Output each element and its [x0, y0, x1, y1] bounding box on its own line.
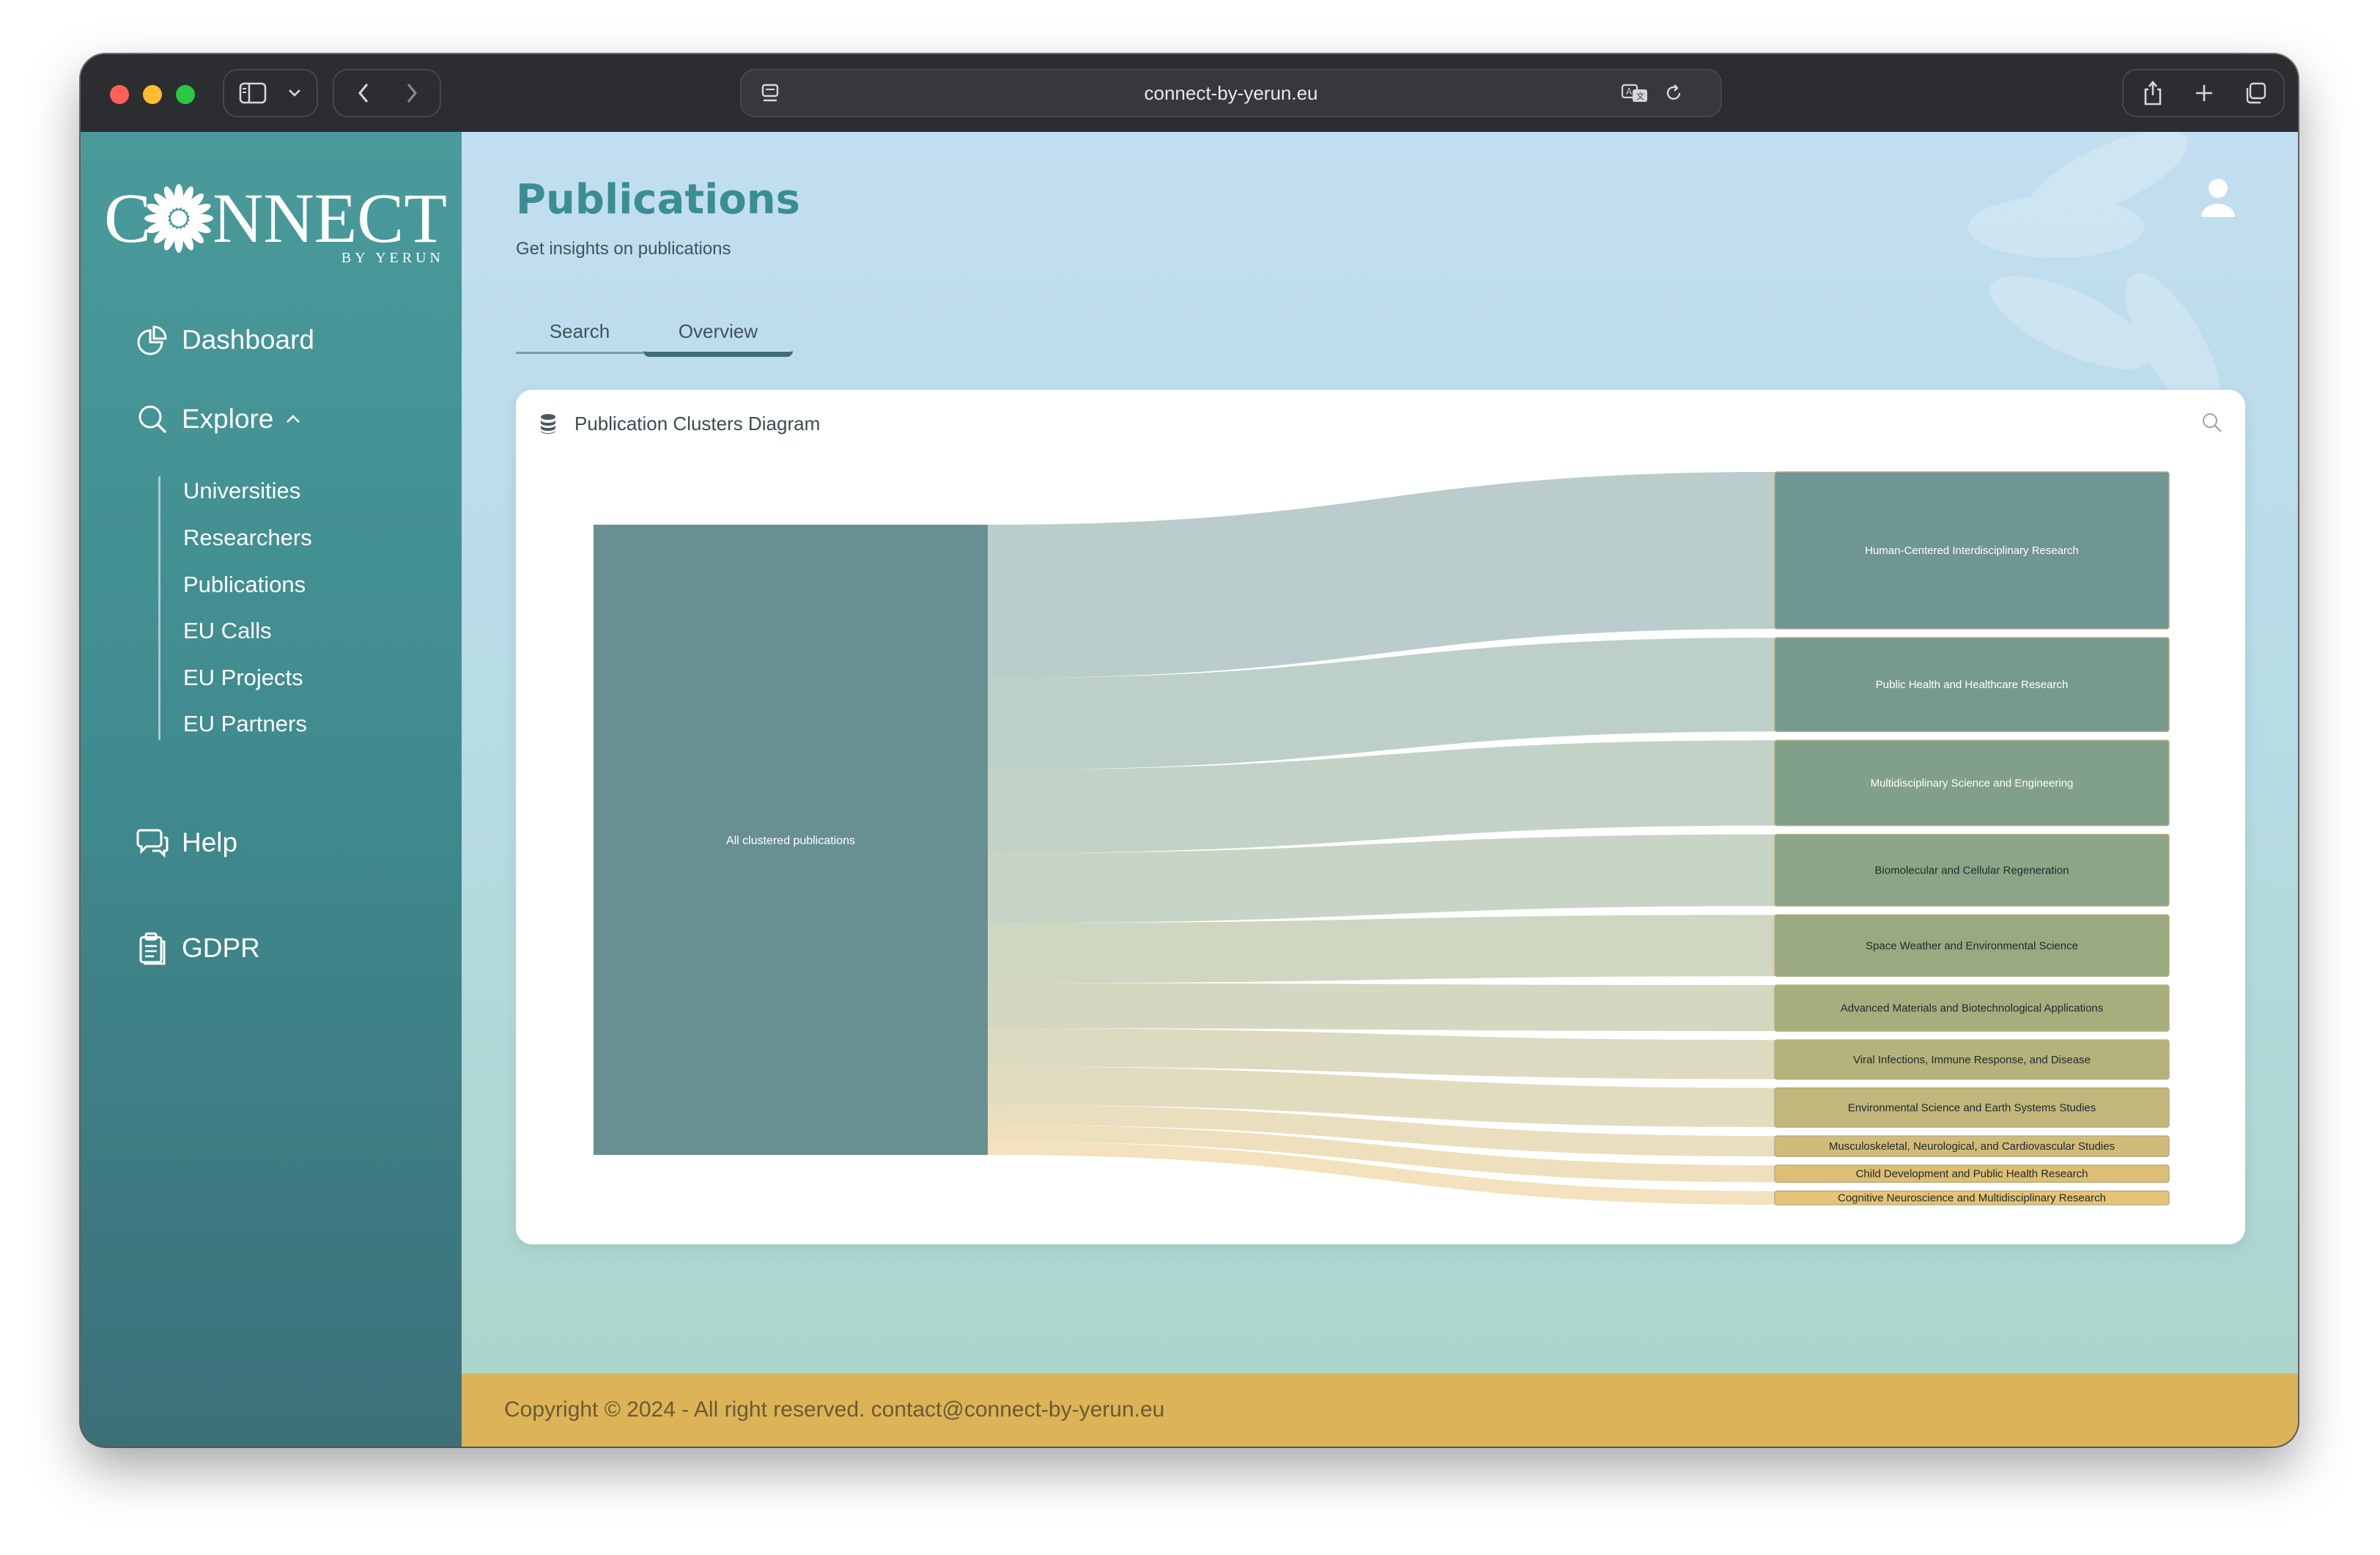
sidebar-item-dashboard[interactable]: Dashboard: [136, 318, 314, 362]
svg-text:BY YERUN: BY YERUN: [341, 250, 444, 264]
sidebar-item-gdpr[interactable]: GDPR: [136, 926, 260, 970]
main-content: Publications Get insights on publication…: [462, 132, 2298, 1373]
connect-logo[interactable]: C NNECT BY YERUN: [103, 169, 447, 266]
sankey-target-label: Advanced Materials and Biotechnological …: [1841, 1002, 2104, 1015]
sidebar-toggle-group: [223, 69, 318, 117]
browser-toolbar: connect-by-yerun.eu A文: [81, 54, 2298, 132]
sankey-source-label: All clustered publications: [726, 835, 855, 847]
page-footer: Copyright © 2024 - All right reserved. c…: [462, 1373, 2298, 1447]
sankey-diagram: All clustered publications Human-Centered…: [594, 471, 2170, 1205]
sankey-link[interactable]: [988, 983, 1775, 1032]
sankey-target-label: Human-Centered Interdisciplinary Researc…: [1865, 544, 2079, 557]
url-text[interactable]: connect-by-yerun.eu: [742, 70, 1721, 116]
sidebar-item-eu-partners[interactable]: EU Partners: [183, 706, 307, 742]
sidebar-item-label: Dashboard: [182, 325, 315, 355]
sidebar-toggle-icon[interactable]: [234, 70, 271, 116]
chevron-down-icon[interactable]: [278, 70, 311, 116]
sankey-links: [988, 472, 1775, 1205]
tab-overview[interactable]: Overview: [643, 311, 793, 357]
sidebar-item-eu-projects[interactable]: EU Projects: [183, 660, 303, 695]
sidebar-item-publications[interactable]: Publications: [183, 567, 306, 602]
sankey-target-label: Multidisciplinary Science and Engineerin…: [1871, 777, 2074, 789]
sankey-target-label: Biomolecular and Cellular Regeneration: [1874, 865, 2069, 877]
clipboard-icon: [136, 932, 169, 965]
chevron-up-icon[interactable]: [285, 414, 301, 424]
pie-chart-icon: [136, 324, 169, 356]
decorative-flower-watermark: [1968, 132, 2221, 410]
browser-window: connect-by-yerun.eu A文 C NNECT BY YERUN …: [81, 54, 2298, 1447]
sankey-target-label: Viral Infections, Immune Response, and D…: [1853, 1054, 2091, 1066]
close-window-button[interactable]: [110, 85, 129, 104]
sankey-target-label: Environmental Science and Earth Systems …: [1848, 1101, 2096, 1114]
chat-icon: [136, 827, 169, 859]
back-arrow-icon[interactable]: [341, 70, 385, 116]
new-tab-plus-icon[interactable]: [2182, 70, 2226, 116]
sidebar-item-help[interactable]: Help: [136, 821, 237, 865]
sidebar-item-researchers[interactable]: Researchers: [183, 520, 312, 555]
sankey-target-label: Musculoskeletal, Neurological, and Cardi…: [1829, 1140, 2115, 1153]
sidebar-item-label: Explore: [182, 404, 274, 434]
translate-icon[interactable]: A文: [1616, 70, 1653, 116]
sidebar-item-label: GDPR: [182, 933, 260, 963]
svg-text:NNECT: NNECT: [212, 179, 447, 257]
nav-buttons-group: [333, 69, 441, 117]
svg-text:文: 文: [1636, 91, 1644, 101]
sankey-target-label: Public Health and Healthcare Research: [1876, 679, 2069, 691]
share-icon[interactable]: [2131, 70, 2175, 116]
minimize-window-button[interactable]: [143, 85, 162, 104]
publication-clusters-card: Publication Clusters Diagram All cluster…: [516, 390, 2245, 1244]
view-tabs: Search Overview: [516, 311, 794, 357]
sidebar-item-universities[interactable]: Universities: [183, 473, 300, 509]
maximize-window-button[interactable]: [176, 85, 195, 104]
sidebar-item-explore[interactable]: Explore: [136, 397, 301, 441]
sankey-target-label: Space Weather and Environmental Science: [1866, 939, 2078, 952]
user-avatar-icon[interactable]: [2198, 176, 2238, 220]
reload-icon[interactable]: [1658, 70, 1690, 116]
sidebar: C NNECT BY YERUN Dashboard Explore Unive…: [81, 132, 462, 1447]
svg-text:C: C: [104, 179, 151, 257]
search-icon: [136, 403, 169, 435]
tab-overview-icon[interactable]: [2233, 70, 2277, 116]
sidebar-item-eu-calls[interactable]: EU Calls: [183, 613, 272, 649]
address-bar[interactable]: connect-by-yerun.eu A文: [740, 69, 1722, 117]
tab-search[interactable]: Search: [516, 311, 643, 354]
sidebar-item-label: Help: [182, 827, 238, 857]
web-page: C NNECT BY YERUN Dashboard Explore Unive…: [81, 132, 2298, 1447]
sankey-link[interactable]: [988, 915, 1775, 983]
forward-arrow-icon[interactable]: [390, 70, 434, 116]
toolbar-actions-group: [2122, 69, 2285, 117]
svg-text:A: A: [1626, 86, 1633, 97]
page-title: Publications: [516, 176, 801, 224]
explore-submenu-rail: [158, 476, 160, 740]
page-subtitle: Get insights on publications: [516, 239, 731, 259]
sankey-target-label: Cognitive Neuroscience and Multidiscipli…: [1838, 1192, 2106, 1205]
sankey-target-label: Child Development and Public Health Rese…: [1856, 1168, 2088, 1181]
copyright-text: Copyright © 2024 - All right reserved. c…: [504, 1397, 1165, 1422]
